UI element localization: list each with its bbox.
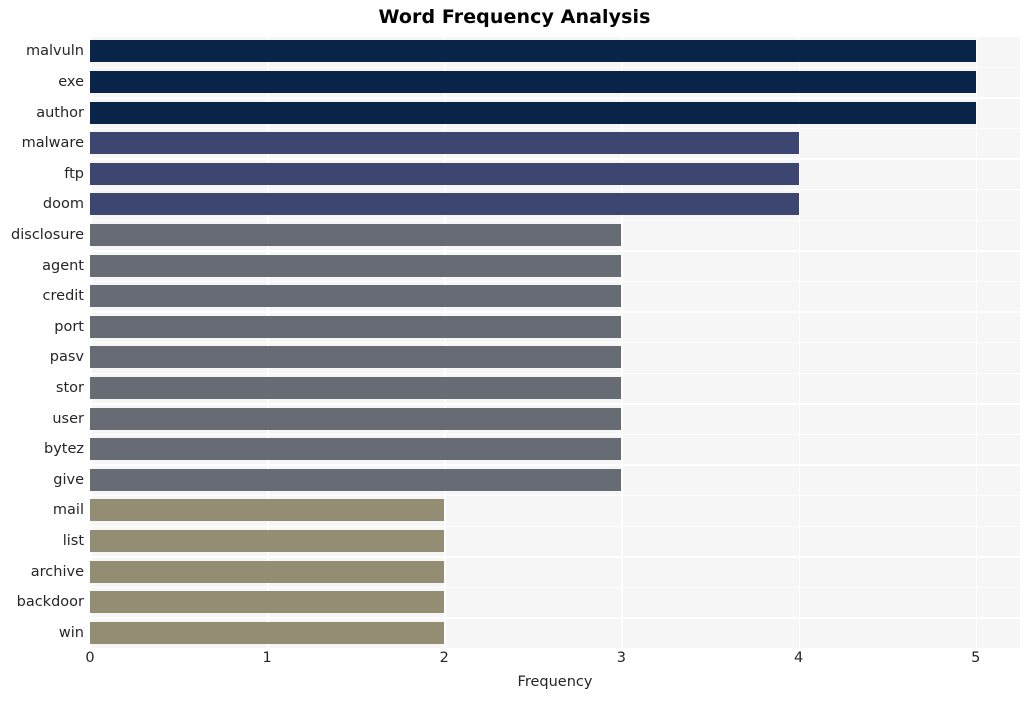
y-axis-tick-label: malware <box>21 135 84 152</box>
y-axis-tick-label: ftp <box>64 165 84 182</box>
y-axis-tick-label: credit <box>42 288 84 305</box>
y-axis-tick-label: user <box>52 410 84 427</box>
horizontal-gridline <box>90 127 1020 130</box>
bar <box>90 162 799 185</box>
vertical-gridline <box>798 36 801 648</box>
horizontal-gridline <box>90 158 1020 160</box>
horizontal-gridline <box>90 250 1020 252</box>
y-axis-tick-label: malvuln <box>25 43 84 60</box>
y-axis-tick-label: stor <box>55 379 84 396</box>
x-axis-tick-label: 3 <box>616 650 627 666</box>
y-axis-tick-label: exe <box>58 73 84 90</box>
bar <box>90 376 622 399</box>
horizontal-gridline <box>90 311 1020 313</box>
y-axis-tick-label: list <box>62 532 84 549</box>
x-axis-tick-label: 0 <box>85 650 95 666</box>
horizontal-gridline <box>90 342 1020 344</box>
bar <box>90 407 622 430</box>
bar <box>90 560 445 583</box>
y-axis-tick-label: archive <box>30 563 84 580</box>
bar <box>90 223 622 246</box>
y-axis-tick-label: win <box>58 624 84 641</box>
bar <box>90 499 445 522</box>
y-axis-tick-label: backdoor <box>16 594 84 611</box>
bar <box>90 285 622 308</box>
horizontal-gridline <box>90 219 1020 221</box>
bar <box>90 591 445 614</box>
x-axis-tick-label: 1 <box>262 650 272 666</box>
y-axis-tick-label: author <box>36 104 84 121</box>
bar <box>90 621 445 644</box>
vertical-gridline <box>90 36 92 648</box>
y-axis-tick-labels: malvuln exe author malware ftp doom disclosure… <box>0 36 84 648</box>
bar <box>90 346 622 369</box>
vertical-gridline <box>267 36 269 648</box>
y-axis-tick-label: mail <box>52 502 84 519</box>
horizontal-gridline <box>90 525 1020 527</box>
horizontal-gridline <box>90 556 1020 558</box>
x-axis-tick-label: 2 <box>439 650 449 666</box>
y-axis-tick-label: give <box>53 471 84 488</box>
horizontal-gridline <box>90 189 1020 191</box>
bar <box>90 132 799 155</box>
y-axis-tick-label: port <box>54 318 84 335</box>
x-axis-tick-labels: 0 1 2 3 4 5 <box>0 650 1029 674</box>
horizontal-gridline <box>90 372 1020 374</box>
horizontal-gridline <box>90 36 1020 38</box>
plot-area <box>90 36 1020 648</box>
horizontal-gridline <box>90 617 1020 619</box>
y-axis-tick-label: agent <box>42 257 84 274</box>
vertical-gridline <box>444 36 446 648</box>
bar <box>90 101 976 124</box>
horizontal-gridline <box>90 464 1020 466</box>
chart-title: Word Frequency Analysis <box>378 6 651 28</box>
y-axis-tick-label: pasv <box>49 349 84 366</box>
horizontal-gridline <box>90 586 1020 589</box>
bar <box>90 193 799 216</box>
horizontal-gridline <box>90 97 1020 99</box>
bar <box>90 438 622 461</box>
bar <box>90 70 976 93</box>
horizontal-gridline <box>90 403 1020 405</box>
horizontal-gridline <box>90 495 1020 497</box>
horizontal-gridline <box>90 433 1020 436</box>
vertical-gridline <box>621 36 624 648</box>
bar <box>90 40 976 63</box>
y-axis-tick-label: disclosure <box>11 226 84 243</box>
horizontal-gridline <box>90 66 1020 68</box>
vertical-gridline <box>975 36 978 648</box>
bar <box>90 529 445 552</box>
y-axis-tick-label: bytez <box>43 441 84 458</box>
bar <box>90 315 622 338</box>
bar <box>90 468 622 491</box>
chart-figure: Word Frequency Analysis malvuln exe author… <box>0 0 1029 701</box>
bar <box>90 254 622 277</box>
y-axis-tick-label: doom <box>42 196 84 213</box>
x-axis-tick-label: 4 <box>793 650 804 666</box>
x-axis-tick-label: 5 <box>971 650 981 666</box>
x-axis-title: Frequency <box>517 674 593 690</box>
horizontal-gridline <box>90 280 1020 283</box>
